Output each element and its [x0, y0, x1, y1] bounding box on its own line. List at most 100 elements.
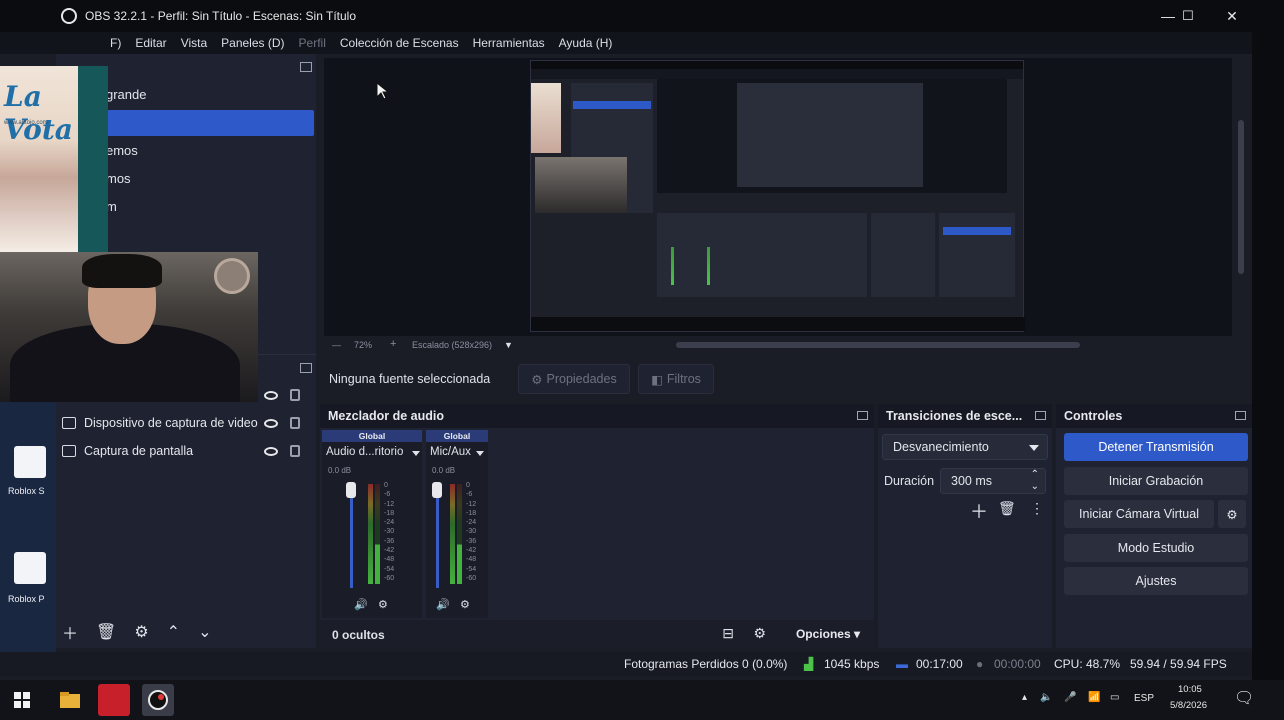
transition-select[interactable]: Desvanecimiento: [882, 434, 1048, 460]
clock-date[interactable]: 5/8/2026: [1170, 700, 1207, 711]
audio-meter: [457, 484, 462, 584]
spin-down-icon[interactable]: ⌄: [1031, 475, 1039, 499]
undock-icon[interactable]: [1035, 411, 1046, 420]
virtual-camera-settings-button[interactable]: ⚙: [1218, 500, 1246, 528]
roblox-player-icon[interactable]: [14, 552, 46, 584]
wifi-tray-icon[interactable]: 📶: [1088, 692, 1100, 703]
move-down-icon[interactable]: ⌄: [198, 622, 211, 642]
battery-tray-icon[interactable]: ▭: [1110, 692, 1119, 703]
volume-fader-track[interactable]: [350, 488, 353, 588]
settings-icon[interactable]: ⚙: [460, 598, 470, 611]
lock-icon[interactable]: [290, 445, 300, 457]
source-label: Captura de pantalla: [84, 444, 194, 458]
settings-button[interactable]: Ajustes: [1064, 567, 1248, 595]
maximize-button[interactable]: ☐: [1166, 0, 1210, 32]
stream-icon: ▬: [896, 657, 908, 671]
volume-fader-track[interactable]: [436, 488, 439, 588]
volume-tray-icon[interactable]: 🔈: [1040, 692, 1052, 703]
zoom-in-icon[interactable]: +: [390, 338, 396, 350]
menu-edit[interactable]: Editar: [135, 36, 166, 50]
channel-db: 0.0 dB: [328, 466, 352, 475]
more-options-icon[interactable]: ⋮: [1030, 500, 1044, 517]
clock-time[interactable]: 10:05: [1178, 684, 1202, 695]
nested-transitions: [871, 213, 935, 297]
desktop-label: Roblox P: [8, 594, 45, 604]
notifications-icon[interactable]: 🗨: [1234, 688, 1254, 708]
nested-controls: [939, 213, 1015, 297]
menu-profile[interactable]: Perfil: [299, 36, 326, 50]
volume-fader-knob[interactable]: [432, 482, 442, 498]
channel-global-badge: Global: [322, 430, 422, 442]
lock-icon[interactable]: [290, 389, 300, 401]
source-item[interactable]: Dispositivo de captura de video: [62, 411, 312, 435]
remove-source-icon[interactable]: 🗑: [96, 622, 116, 642]
preview-scrollbar-horizontal[interactable]: [676, 342, 1080, 348]
menu-scene-collection[interactable]: Colección de Escenas: [340, 36, 459, 50]
remove-transition-icon[interactable]: 🗑: [998, 500, 1016, 517]
tray-expand-icon[interactable]: ▴: [1022, 692, 1027, 703]
studio-mode-button[interactable]: Modo Estudio: [1064, 534, 1248, 562]
no-source-label: Ninguna fuente seleccionada: [329, 372, 491, 386]
scale-dropdown-icon[interactable]: ▼: [504, 340, 513, 350]
properties-label: Propiedades: [546, 372, 617, 386]
menu-tools[interactable]: Herramientas: [473, 36, 545, 50]
visibility-eye-icon[interactable]: [264, 418, 278, 428]
volume-fader-knob[interactable]: [346, 482, 356, 498]
source-item[interactable]: Captura de pantalla: [62, 439, 312, 463]
obs-taskbar-icon[interactable]: [142, 684, 174, 716]
start-virtual-camera-button[interactable]: Iniciar Cámara Virtual: [1064, 500, 1214, 528]
lock-icon[interactable]: [290, 417, 300, 429]
scaling-label: Escalado (528x296): [412, 340, 493, 350]
move-up-icon[interactable]: ⌃: [167, 622, 180, 642]
file-explorer-icon[interactable]: [54, 684, 86, 716]
options-button[interactable]: Opciones ▾: [796, 627, 860, 641]
add-source-icon[interactable]: ＋: [62, 620, 78, 644]
visibility-eye-icon[interactable]: [264, 446, 278, 456]
title-bar: OBS 32.2.1 - Perfil: Sin Título - Escena…: [0, 0, 1284, 32]
properties-button[interactable]: ⚙ Propiedades: [518, 364, 630, 394]
zoom-out-icon[interactable]: —: [332, 340, 341, 350]
brave-browser-icon[interactable]: [98, 684, 130, 716]
scene-item-selected[interactable]: [106, 110, 314, 136]
speaker-icon[interactable]: 🔊: [436, 598, 450, 611]
speaker-icon[interactable]: 🔊: [354, 598, 368, 611]
settings-icon[interactable]: ⚙: [378, 598, 388, 611]
signal-icon: ▟: [804, 657, 814, 671]
add-transition-icon[interactable]: ＋: [970, 498, 988, 524]
undock-icon[interactable]: [300, 62, 312, 72]
duration-spinbox[interactable]: 300 ms ⌃ ⌄: [940, 468, 1046, 494]
visibility-eye-icon[interactable]: [264, 390, 278, 400]
gear-icon[interactable]: ⚙: [134, 622, 148, 642]
mic-tray-icon[interactable]: 🎤: [1064, 692, 1076, 703]
start-recording-button[interactable]: Iniciar Grabación: [1064, 467, 1248, 495]
record-icon: ●: [976, 657, 984, 671]
filters-button[interactable]: ◧ Filtros: [638, 364, 714, 394]
nested-taskbar: [531, 317, 1025, 331]
channel-menu-arrow-icon[interactable]: [412, 451, 420, 456]
audio-mixer-dock: Mezclador de audio Global Audio d...rito…: [320, 404, 874, 648]
nested-mixer: [657, 213, 867, 297]
controls-title-text: Controles: [1064, 409, 1123, 423]
overlay-teal-strip: [78, 66, 108, 252]
undock-icon[interactable]: [1235, 411, 1246, 420]
stop-streaming-button[interactable]: Detener Transmisión: [1064, 433, 1248, 461]
advanced-audio-icon[interactable]: ⚙: [753, 625, 766, 642]
roblox-studio-icon[interactable]: [14, 446, 46, 478]
menu-help[interactable]: Ayuda (H): [559, 36, 613, 50]
language-indicator[interactable]: ESP: [1134, 693, 1154, 704]
options-label: Opciones: [795, 627, 851, 641]
dropped-frames: Fotogramas Perdidos 0 (0.0%): [624, 657, 788, 671]
chevron-down-icon: [1029, 445, 1039, 451]
close-button[interactable]: ✕: [1210, 0, 1254, 32]
windows-start-icon[interactable]: [6, 684, 38, 716]
layout-icon[interactable]: ⊟: [722, 625, 734, 642]
menu-file[interactable]: F): [110, 36, 121, 50]
undock-icon[interactable]: [857, 411, 868, 420]
record-time: 00:00:00: [994, 657, 1041, 671]
undock-icon[interactable]: [300, 363, 312, 373]
menu-view[interactable]: Vista: [181, 36, 207, 50]
meter-scale: 0 -6 -12 -18 -24 -30 -36 -42 -48 -54 -60: [466, 482, 477, 582]
preview-scrollbar-vertical[interactable]: [1238, 120, 1244, 274]
channel-menu-arrow-icon[interactable]: [476, 451, 484, 456]
menu-docks[interactable]: Paneles (D): [221, 36, 284, 50]
